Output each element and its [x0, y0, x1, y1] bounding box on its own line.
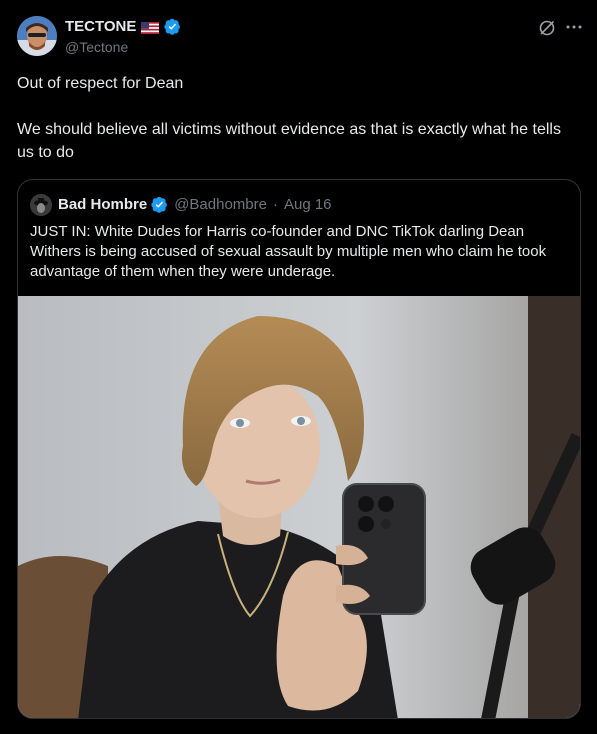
- grok-icon[interactable]: [538, 19, 556, 37]
- quoted-handle[interactable]: @Badhombre: [174, 196, 267, 213]
- author-handle[interactable]: @Tectone: [65, 39, 128, 55]
- quoted-header: Bad Hombre @Badhombre · Aug 16: [58, 196, 332, 213]
- tweet-text-line-2: We should believe all victims without ev…: [17, 121, 561, 161]
- quoted-author-avatar[interactable]: [30, 194, 52, 216]
- tweet-text-line-1: Out of respect for Dean: [17, 75, 184, 92]
- quoted-date[interactable]: Aug 16: [284, 196, 332, 213]
- tweet: TECTONE @Tectone Out of respect for Dean…: [0, 0, 597, 734]
- tweet-text: Out of respect for Dean We should believ…: [17, 72, 577, 164]
- quoted-tweet[interactable]: Bad Hombre @Badhombre · Aug 16 JUST IN: …: [17, 179, 581, 719]
- author-avatar[interactable]: [17, 16, 57, 56]
- us-flag-icon: [141, 21, 160, 34]
- quoted-separator: ·: [272, 196, 278, 213]
- quoted-photo[interactable]: [18, 296, 580, 718]
- verified-badge-icon: [164, 18, 181, 35]
- verified-badge-icon: [151, 196, 168, 213]
- quoted-display-name[interactable]: Bad Hombre: [58, 196, 147, 213]
- quoted-text: JUST IN: White Dudes for Harris co-found…: [30, 223, 547, 280]
- more-icon[interactable]: [564, 17, 584, 37]
- author-name-row[interactable]: TECTONE: [65, 18, 181, 35]
- author-display-name[interactable]: TECTONE: [65, 18, 136, 35]
